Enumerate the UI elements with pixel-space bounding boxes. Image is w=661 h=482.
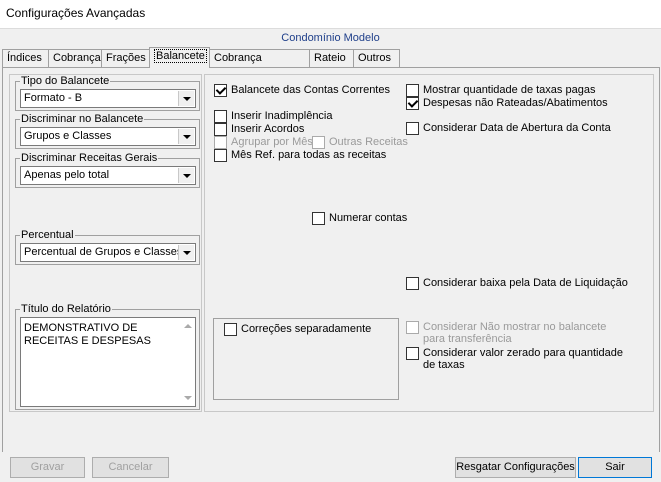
checkbox-valor-zerado[interactable]: Considerar valor zerado para quantidade … (406, 347, 626, 371)
checkbox-label: Considerar Data de Abertura da Conta (423, 122, 611, 134)
checkbox-label: Numerar contas (329, 212, 408, 224)
group-legend: Tipo do Balancete (20, 75, 111, 87)
checkbox-mostrar-quantidade[interactable]: Mostrar quantidade de taxas pagas (406, 84, 595, 97)
checkbox-label: Considerar baixa pela Data de Liquidação (423, 277, 628, 289)
checkbox-data-abertura[interactable]: Considerar Data de Abertura da Conta (406, 122, 611, 135)
discriminar-receitas-select[interactable]: Apenas pelo total (20, 166, 196, 185)
chevron-down-icon[interactable] (178, 129, 194, 144)
checkbox-label: Considerar Não mostrar no balancete para… (423, 321, 607, 345)
checkbox-label: Outras Receitas (329, 136, 408, 148)
checkbox-label: Mês Ref. para todas as receitas (231, 149, 387, 161)
checkbox-agrupar-mes: Agrupar por Mês (214, 136, 313, 149)
checkbox-box (214, 136, 227, 149)
tab-indices[interactable]: Índices (2, 49, 49, 67)
checkbox-label: Agrupar por Mês (231, 136, 313, 148)
checkbox-correcoes[interactable]: Correções separadamente (224, 323, 371, 336)
select-value: Grupos e Classes (24, 130, 112, 142)
resgatar-configuracoes-button[interactable]: Resgatar Configurações (455, 457, 576, 478)
checkbox-baixa-liquidacao[interactable]: Considerar baixa pela Data de Liquidação (406, 277, 628, 290)
titulo-relatorio-textarea[interactable]: DEMONSTRATIVO DE RECEITAS E DESPESAS (20, 317, 196, 407)
cancelar-button[interactable]: Cancelar (92, 457, 169, 478)
select-value: Percentual de Grupos e Classes (24, 246, 183, 258)
checkbox-box[interactable] (214, 149, 227, 162)
tab-page-balancete: Tipo do Balancete Formato - B Discrimina… (2, 67, 660, 453)
scroll-down-icon[interactable] (184, 396, 192, 400)
checkbox-label: Mostrar quantidade de taxas pagas (423, 84, 596, 96)
checkbox-label: Inserir Inadimplência (231, 110, 333, 122)
tab-rateio[interactable]: Rateio (309, 49, 354, 67)
tab-label: Balancete (154, 49, 207, 63)
checkbox-label: Considerar valor zerado para quantidade … (423, 347, 623, 371)
checkbox-despesas-nao-rateadas[interactable]: Despesas não Rateadas/Abatimentos (406, 97, 608, 110)
chevron-down-icon[interactable] (178, 91, 194, 106)
group-percentual: Percentual Percentual de Grupos e Classe… (15, 229, 200, 265)
checkbox-box[interactable] (312, 212, 325, 225)
checkbox-box (312, 136, 325, 149)
button-bar: Gravar Cancelar Resgatar Configurações S… (0, 452, 661, 482)
tab-cobranca-avancada[interactable]: Cobrança Avançada (209, 49, 310, 81)
checkbox-label: Correções separadamente (241, 323, 372, 335)
checkbox-box (406, 321, 419, 334)
group-legend: Discriminar no Balancete (20, 113, 145, 125)
checkbox-box[interactable] (224, 323, 237, 336)
checkbox-numerar-contas[interactable]: Numerar contas (312, 212, 407, 225)
checkbox-inadimplencia[interactable]: Inserir Inadimplência (214, 110, 333, 123)
checkbox-balancete-contas[interactable]: Balancete das Contas Correntes (214, 84, 390, 97)
textarea-value: DEMONSTRATIVO DE RECEITAS E DESPESAS (24, 322, 151, 347)
checkbox-acordos[interactable]: Inserir Acordos (214, 123, 304, 136)
chevron-down-icon[interactable] (178, 245, 194, 260)
group-legend: Título do Relatório (20, 303, 112, 315)
button-label: Gravar (30, 461, 65, 473)
tab-cobranca[interactable]: Cobrança (48, 49, 102, 67)
checkbox-box[interactable] (214, 110, 227, 123)
checkbox-outras-receitas: Outras Receitas (312, 136, 408, 149)
gravar-button[interactable]: Gravar (10, 457, 85, 478)
scroll-up-icon[interactable] (184, 324, 192, 328)
tab-fracoes[interactable]: Frações (101, 49, 150, 67)
button-label: Sair (605, 461, 625, 473)
button-label: Resgatar Configurações (456, 461, 575, 473)
tab-label: Índices (7, 52, 42, 64)
checkbox-box[interactable] (406, 97, 419, 110)
tab-label: Rateio (314, 52, 346, 64)
title-bar: Configurações Avançadas (0, 0, 661, 28)
checkbox-box[interactable] (406, 277, 419, 290)
chevron-down-icon[interactable] (178, 168, 194, 183)
checkbox-box[interactable] (406, 84, 419, 97)
percentual-select[interactable]: Percentual de Grupos e Classes (20, 243, 196, 262)
checkbox-label: Despesas não Rateadas/Abatimentos (423, 97, 608, 109)
sair-button[interactable]: Sair (578, 457, 652, 478)
group-tipo-balancete: Tipo do Balancete Formato - B (15, 75, 200, 111)
discriminar-balancete-select[interactable]: Grupos e Classes (20, 127, 196, 146)
tab-label: Frações (106, 52, 146, 64)
checkbox-label: Balancete das Contas Correntes (231, 84, 390, 96)
checkbox-mes-ref[interactable]: Mês Ref. para todas as receitas (214, 149, 386, 162)
tab-outros[interactable]: Outros (353, 49, 400, 67)
button-label: Cancelar (108, 461, 153, 473)
select-value: Formato - B (24, 92, 83, 104)
group-legend: Discriminar Receitas Gerais (20, 152, 159, 164)
checkbox-box[interactable] (214, 84, 227, 97)
select-value: Apenas pelo total (24, 169, 110, 181)
checkbox-box[interactable] (214, 123, 227, 136)
group-discriminar-balancete: Discriminar no Balancete Grupos e Classe… (15, 113, 200, 149)
condominium-name: Condomínio Modelo (281, 32, 380, 44)
window-title: Configurações Avançadas (6, 6, 146, 20)
tab-label: Cobrança (53, 52, 101, 64)
checkbox-nao-mostrar-transferencia: Considerar Não mostrar no balancete para… (406, 321, 626, 345)
group-legend: Percentual (20, 229, 75, 241)
correcoes-box: Correções separadamente (213, 318, 399, 400)
checkbox-box[interactable] (406, 122, 419, 135)
tab-label: Outros (358, 52, 392, 64)
tipo-balancete-select[interactable]: Formato - B (20, 89, 196, 108)
checkbox-label: Inserir Acordos (231, 123, 305, 135)
tab-balancete[interactable]: Balancete (149, 47, 210, 68)
group-titulo-relatorio: Título do Relatório DEMONSTRATIVO DE REC… (15, 303, 200, 410)
group-discriminar-receitas: Discriminar Receitas Gerais Apenas pelo … (15, 152, 200, 188)
checkbox-box[interactable] (406, 347, 419, 360)
